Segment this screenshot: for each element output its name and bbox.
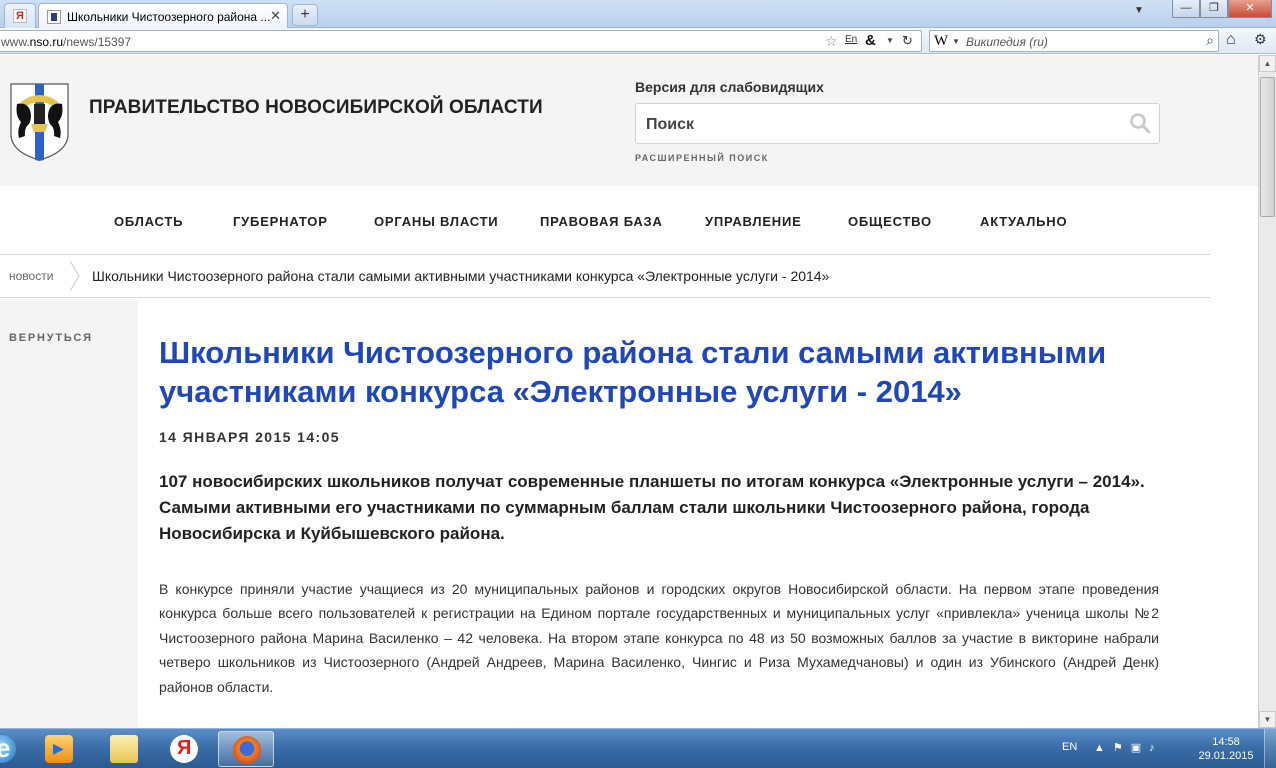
scroll-up-icon[interactable]: ▲	[1259, 55, 1276, 72]
translate-button[interactable]: En	[845, 34, 857, 45]
scrollbar-thumb[interactable]	[1260, 77, 1275, 217]
site-search-input[interactable]: Поиск	[635, 103, 1160, 144]
site-header: ПРАВИТЕЛЬСТВО НОВОСИБИРСКОЙ ОБЛАСТИ Верс…	[0, 55, 1258, 186]
main-navigation: ОБЛАСТЬ ГУБЕРНАТОР ОРГАНЫ ВЛАСТИ ПРАВОВА…	[0, 186, 1210, 255]
article-headline: Школьники Чистоозерного района стали сам…	[159, 335, 1107, 409]
system-tray-icons[interactable]: ▲⚑▣♪	[1094, 741, 1163, 754]
article-lead: 107 новосибирских школьников получат сов…	[159, 472, 1145, 543]
tab-yandex[interactable]: Я	[4, 3, 36, 28]
new-tab-button[interactable]: +	[292, 4, 318, 26]
clock-time: 14:58	[1212, 736, 1240, 748]
page-scrollbar[interactable]: ▲ ▼	[1258, 55, 1276, 728]
advanced-search-link[interactable]: РАСШИРЕННЫЙ ПОИСК	[635, 153, 769, 163]
breadcrumb-current: Школьники Чистоозерного района стали сам…	[92, 268, 830, 284]
site-search-placeholder: Поиск	[646, 116, 695, 133]
tab-title: Школьники Чистоозерного района ...	[67, 10, 271, 24]
nav-item-governor[interactable]: ГУБЕРНАТОР	[233, 214, 328, 229]
address-bar[interactable]: www.nso.ru/news/15397 ☆ En & ▼ ↻	[0, 30, 922, 52]
close-window-button[interactable]: ✕	[1228, 0, 1272, 18]
history-dropdown-icon[interactable]: ▼	[886, 36, 894, 45]
bookmark-star-icon[interactable]: ☆	[825, 33, 838, 50]
toolbar-overflow-icon[interactable]: ⚙	[1254, 31, 1267, 48]
engine-dropdown-icon[interactable]: ▼	[952, 37, 960, 46]
address-url: www.nso.ru/news/15397	[1, 35, 132, 49]
language-indicator[interactable]: EN	[1062, 741, 1077, 753]
yandex-tab-icon: Я	[13, 9, 27, 23]
nav-item-society[interactable]: ОБЩЕСТВО	[848, 214, 932, 229]
reload-icon[interactable]: ↻	[902, 33, 913, 49]
home-icon[interactable]: ⌂	[1226, 31, 1236, 49]
addon-amp-button[interactable]: &	[865, 32, 876, 49]
nav-item-legal-base[interactable]: ПРАВОВАЯ БАЗА	[540, 214, 663, 229]
nav-item-actual[interactable]: АКТУАЛЬНО	[980, 214, 1067, 229]
show-desktop-button[interactable]	[1264, 729, 1276, 768]
firefox-icon[interactable]	[218, 731, 274, 767]
wikipedia-engine-icon[interactable]: W	[934, 33, 948, 50]
site-title[interactable]: ПРАВИТЕЛЬСТВО НОВОСИБИРСКОЙ ОБЛАСТИ	[89, 97, 543, 119]
nav-item-management[interactable]: УПРАВЛЕНИЕ	[705, 214, 802, 229]
breadcrumb-news-link[interactable]: новости	[9, 269, 53, 283]
nav-item-authorities[interactable]: ОРГАНЫ ВЛАСТИ	[374, 214, 498, 229]
browser-search-icon[interactable]: ⌕	[1206, 32, 1214, 49]
tab-close-icon[interactable]: ✕	[270, 8, 281, 24]
article-body-paragraph: В конкурсе приняли участие учащиеся из 2…	[159, 581, 1159, 695]
window-controls: — ❐ ✕	[1172, 0, 1272, 18]
minimize-window-button[interactable]: —	[1172, 0, 1200, 18]
browser-search-box[interactable]: W ▼ Википедия (ru) ⌕	[929, 30, 1219, 52]
web-page: ПРАВИТЕЛЬСТВО НОВОСИБИРСКОЙ ОБЛАСТИ Верс…	[0, 55, 1258, 728]
coat-of-arms-icon[interactable]	[9, 82, 70, 162]
breadcrumb-separator-icon	[69, 260, 80, 292]
scroll-down-icon[interactable]: ▼	[1259, 711, 1276, 728]
nav-item-region[interactable]: ОБЛАСТЬ	[114, 214, 183, 229]
accessibility-version-link[interactable]: Версия для слабовидящих	[635, 79, 824, 95]
browser-navigation-bar: www.nso.ru/news/15397 ☆ En & ▼ ↻ W ▼ Вик…	[0, 28, 1276, 54]
search-icon[interactable]	[1129, 112, 1151, 134]
browser-tab-bar: Я Школьники Чистоозерного района ... ✕ +…	[0, 0, 1276, 29]
back-link[interactable]: ВЕРНУТЬСЯ	[9, 332, 93, 344]
article-date: 14 ЯНВАРЯ 2015 14:05	[159, 429, 340, 445]
tab-active[interactable]: Школьники Чистоозерного района ... ✕	[38, 3, 288, 29]
site-favicon-icon	[47, 10, 61, 24]
tab-list-dropdown-icon[interactable]: ▼	[1134, 5, 1144, 16]
yandex-browser-icon[interactable]	[156, 731, 212, 767]
windows-taskbar: EN ▲⚑▣♪ 14:58 29.01.2015	[0, 728, 1276, 768]
search-engine-placeholder: Википедия (ru)	[966, 35, 1048, 49]
explorer-folder-icon[interactable]	[96, 731, 152, 767]
media-player-icon[interactable]	[31, 731, 87, 767]
clock-date: 29.01.2015	[1198, 750, 1254, 762]
left-sidebar: ВЕРНУТЬСЯ	[0, 299, 138, 728]
taskbar-clock[interactable]: 14:58 29.01.2015	[1196, 735, 1256, 763]
breadcrumb: новости Школьники Чистоозерного района с…	[0, 255, 1210, 298]
restore-window-button[interactable]: ❐	[1200, 0, 1228, 18]
